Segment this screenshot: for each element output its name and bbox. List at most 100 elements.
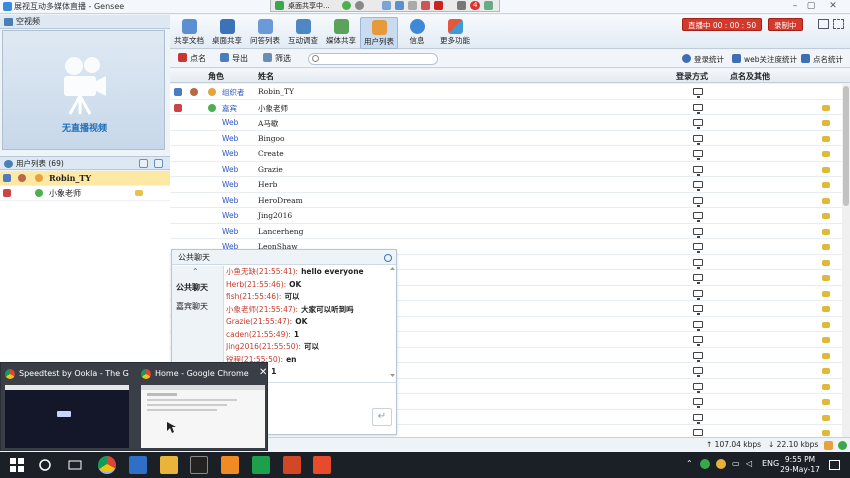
- table-row[interactable]: Web Jing2016: [170, 208, 842, 224]
- pen-icon[interactable]: [3, 174, 11, 182]
- mic-icon[interactable]: [822, 306, 830, 312]
- desktop-share-button[interactable]: 桌面共享: [208, 17, 246, 49]
- table-row[interactable]: Web A马歇: [170, 115, 842, 131]
- table-row[interactable]: 嘉宾 小象老师: [170, 100, 842, 115]
- user-list-button[interactable]: 用户列表: [360, 17, 398, 49]
- tab-public-chat[interactable]: 公共聊天: [176, 282, 208, 293]
- mic-icon[interactable]: [822, 151, 830, 157]
- collapse-icon[interactable]: [139, 159, 148, 168]
- mic-icon[interactable]: [822, 259, 830, 266]
- pycharm-icon[interactable]: [252, 456, 270, 474]
- highlighter-icon[interactable]: [421, 1, 430, 10]
- task-view-icon[interactable]: [66, 456, 84, 474]
- notification-icon[interactable]: [829, 460, 840, 470]
- tray-app-icon[interactable]: [700, 459, 710, 469]
- mic-icon[interactable]: [822, 414, 830, 421]
- settings-icon[interactable]: [355, 1, 364, 10]
- filter-button[interactable]: 筛选: [263, 53, 291, 64]
- table-row[interactable]: Web HeroDream: [170, 193, 842, 208]
- preview-speedtest[interactable]: Speedtest by Ookla - The Globa...: [1, 365, 133, 450]
- web-attention-link[interactable]: web关注度统计: [732, 54, 797, 65]
- user-list-row[interactable]: 小象老师: [0, 186, 170, 201]
- login-column-header[interactable]: 登录方式: [676, 71, 708, 82]
- live-app-icon[interactable]: [313, 456, 331, 474]
- pen-icon[interactable]: [174, 88, 182, 96]
- media-share-button[interactable]: 媒体共享: [322, 17, 360, 49]
- export-button[interactable]: 导出: [220, 53, 248, 64]
- terminal-icon[interactable]: [190, 456, 208, 474]
- rollcall-stats-link[interactable]: 点名统计: [801, 54, 843, 65]
- more-button[interactable]: 更多功能: [434, 17, 476, 49]
- mic-icon[interactable]: [822, 135, 830, 142]
- name-column-header[interactable]: 姓名: [258, 71, 274, 82]
- expand-icon[interactable]: [154, 159, 163, 168]
- role-column-header[interactable]: 角色: [208, 71, 224, 82]
- table-scrollbar[interactable]: [842, 84, 850, 444]
- clock[interactable]: 9:55 PM 29-May-17: [778, 455, 822, 475]
- mic-icon[interactable]: [822, 213, 830, 219]
- mic-icon[interactable]: [822, 399, 830, 405]
- login-stats-link[interactable]: 登录统计: [682, 54, 724, 65]
- language-indicator[interactable]: ENG: [762, 459, 779, 468]
- eraser-icon[interactable]: [408, 1, 417, 10]
- chevron-up-icon[interactable]: ⌃: [686, 459, 693, 468]
- powerpoint-icon[interactable]: [283, 456, 301, 474]
- menu-icon[interactable]: [833, 19, 844, 29]
- chevron-up-icon[interactable]: ⌃: [192, 267, 199, 276]
- recording-button[interactable]: 录制中: [768, 18, 803, 31]
- mic-icon[interactable]: [822, 352, 830, 359]
- minimize-icon[interactable]: [384, 254, 392, 262]
- pause-icon[interactable]: [342, 1, 351, 10]
- mic-icon[interactable]: [822, 228, 830, 235]
- rollcall-column-header[interactable]: 点名及其他: [730, 71, 770, 82]
- scrollbar-thumb[interactable]: [843, 86, 849, 206]
- preview-chrome-home[interactable]: Home - Google Chrome ✕: [137, 365, 269, 450]
- users-icon[interactable]: [484, 1, 494, 10]
- share-doc-button[interactable]: 共享文档: [170, 17, 208, 49]
- search-icon[interactable]: [36, 456, 54, 474]
- app-taskbar-icon[interactable]: [129, 456, 147, 474]
- close-button[interactable]: ✕: [826, 1, 840, 11]
- mic-icon[interactable]: [822, 197, 830, 204]
- recorder-icon[interactable]: [221, 456, 239, 474]
- table-row[interactable]: Web Herb: [170, 177, 842, 193]
- send-button[interactable]: ↵: [372, 408, 392, 426]
- mic-icon[interactable]: [822, 383, 830, 390]
- mic-icon[interactable]: [822, 337, 830, 343]
- mic-icon[interactable]: [822, 430, 830, 436]
- desktop-share-bar[interactable]: 桌面共享中... 4: [270, 0, 500, 12]
- survey-button[interactable]: 互动调查: [284, 17, 322, 49]
- table-row[interactable]: Web Lancerheng: [170, 224, 842, 239]
- table-row[interactable]: Web Create: [170, 146, 842, 162]
- mic-icon[interactable]: [822, 120, 830, 126]
- stop-icon[interactable]: [434, 1, 443, 10]
- tray-app-icon-2[interactable]: [716, 459, 726, 469]
- tab-guest-chat[interactable]: 嘉宾聊天: [176, 301, 208, 312]
- table-row[interactable]: Web Bingoo: [170, 131, 842, 146]
- mic-icon[interactable]: [822, 182, 830, 188]
- search-input[interactable]: [308, 53, 438, 65]
- mic-icon[interactable]: [822, 368, 830, 374]
- windows-start-icon[interactable]: [8, 456, 26, 474]
- mic-icon[interactable]: [822, 290, 830, 297]
- table-row[interactable]: 组织者 Robin_TY: [170, 84, 842, 100]
- chat-icon[interactable]: [457, 1, 466, 10]
- pen-icon[interactable]: [395, 1, 404, 10]
- live-status-button[interactable]: 直播中 00 : 00 : 50: [682, 18, 763, 31]
- chrome-taskbar-icon[interactable]: [98, 456, 116, 474]
- mic-icon[interactable]: [135, 190, 143, 196]
- minimize-button[interactable]: –: [788, 1, 802, 11]
- qa-list-button[interactable]: 问答列表: [246, 17, 284, 49]
- folder-icon[interactable]: [160, 456, 178, 474]
- rollcall-button[interactable]: 点名: [178, 53, 206, 64]
- mic-icon[interactable]: [822, 244, 830, 250]
- close-icon[interactable]: ✕: [259, 367, 267, 378]
- video-icon[interactable]: [18, 174, 26, 182]
- table-row[interactable]: Web Grazie: [170, 162, 842, 177]
- info-button[interactable]: 信息: [398, 17, 436, 49]
- volume-icon[interactable]: ◁: [746, 459, 752, 468]
- cursor-icon[interactable]: [382, 1, 391, 10]
- mic-icon[interactable]: [822, 104, 830, 111]
- camera-off-icon[interactable]: [3, 189, 11, 197]
- maximize-button[interactable]: ▢: [804, 1, 818, 11]
